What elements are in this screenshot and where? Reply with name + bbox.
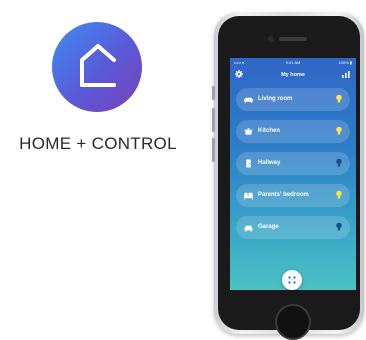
light-bulb-on-icon[interactable] [336, 126, 342, 136]
room-label: Living room [258, 96, 293, 102]
app-screen: ••••• ▾ 9:41 AM 100% ▮ My home Living ro… [230, 58, 356, 290]
room-label: Kitchen [258, 128, 281, 134]
room-hallway[interactable]: Hallway [236, 152, 350, 175]
front-camera [268, 36, 274, 42]
light-bulb-on-icon[interactable] [336, 94, 342, 104]
room-label: Garage [258, 224, 279, 230]
light-bulb-on-icon[interactable] [336, 190, 342, 200]
sofa-icon [244, 97, 253, 104]
earpiece-speaker [279, 37, 307, 41]
grid-dots-icon [288, 276, 296, 284]
status-bar: ••••• ▾ 9:41 AM 100% ▮ [230, 58, 356, 67]
room-garage[interactable]: Garage [236, 216, 350, 239]
light-bulb-off-icon[interactable] [336, 158, 342, 168]
car-icon [244, 225, 253, 232]
phone-bezel: ••••• ▾ 9:41 AM 100% ▮ My home Living ro… [218, 16, 360, 340]
bed-icon [244, 192, 253, 200]
scenes-button[interactable] [282, 270, 302, 290]
volume-down-button [212, 138, 215, 162]
room-label: Hallway [258, 160, 281, 166]
status-time: 9:41 AM [285, 60, 301, 65]
volume-up-button [212, 108, 215, 132]
phone-mockup: ••••• ▾ 9:41 AM 100% ▮ My home Living ro… [212, 12, 364, 340]
nav-bar: My home [230, 68, 356, 82]
app-icon [52, 22, 142, 112]
bars-icon[interactable] [342, 71, 350, 78]
app-name: HOME + CONTROL [19, 134, 177, 153]
room-label: Parents' bedroom [258, 192, 309, 198]
door-icon [246, 159, 251, 168]
house-outline-icon [80, 44, 116, 87]
room-parents-bedroom[interactable]: Parents' bedroom [236, 184, 350, 207]
home-button [275, 304, 311, 340]
pot-icon [244, 128, 253, 135]
page-title: My home [281, 72, 305, 78]
mute-switch [212, 86, 215, 100]
room-kitchen[interactable]: Kitchen [236, 120, 350, 143]
battery-indicator: 100% ▮ [338, 60, 352, 65]
room-living-room[interactable]: Living room [236, 88, 350, 111]
light-bulb-off-icon[interactable] [336, 222, 342, 232]
